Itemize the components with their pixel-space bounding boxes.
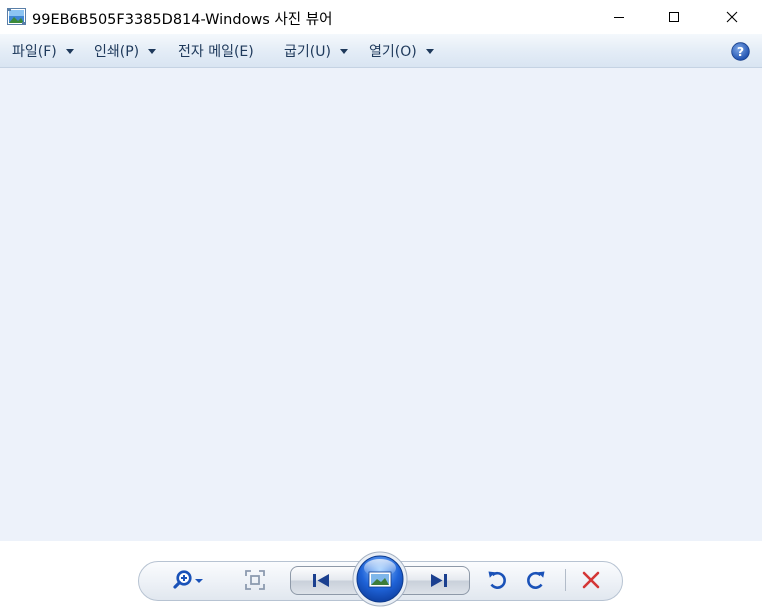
fit-window-icon [245,570,265,590]
close-button[interactable] [709,0,755,34]
slideshow-icon [368,571,392,588]
window-title: 99EB6B505F3385D814-Windows 사진 뷰어 [32,12,333,28]
rotate-clockwise-button[interactable] [523,567,549,593]
photo-viewer-icon [7,8,26,25]
title-bar[interactable]: 99EB6B505F3385D814-Windows 사진 뷰어 [0,0,762,34]
next-icon [431,574,447,587]
control-divider [565,569,566,591]
dropdown-arrow-icon [425,48,434,54]
minimize-icon [614,17,624,18]
menu-email[interactable]: 전자 메일(E) [178,34,254,68]
help-icon[interactable]: ? [731,42,750,61]
delete-icon [582,571,600,589]
close-icon [726,11,738,23]
previous-icon [313,574,329,587]
dropdown-arrow-icon [339,48,348,54]
slideshow-button[interactable] [352,551,408,607]
maximize-icon [669,12,679,22]
rotate-left-icon [488,571,506,589]
rotate-right-icon [527,571,545,589]
delete-button[interactable] [578,567,604,593]
minimize-button[interactable] [596,0,642,34]
menu-print[interactable]: 인쇄(P) [94,34,157,68]
menu-print-label: 인쇄(P) [94,44,140,60]
dropdown-arrow-icon [65,48,74,54]
menu-file[interactable]: 파일(F) [12,34,74,68]
maximize-button[interactable] [651,0,697,34]
magnifier-plus-icon [173,570,203,589]
menu-burn[interactable]: 굽기(U) [284,34,348,68]
menu-burn-label: 굽기(U) [284,44,331,60]
photo-viewer-window: 99EB6B505F3385D814-Windows 사진 뷰어 파일(F) 인… [0,0,762,611]
menu-bar: 파일(F) 인쇄(P) 전자 메일(E) 굽기(U) 열기(O) ? [0,34,762,68]
actual-size-button[interactable] [242,567,268,593]
menu-email-label: 전자 메일(E) [178,44,254,60]
dropdown-arrow-icon [148,48,157,54]
menu-open-label: 열기(O) [369,44,417,60]
next-button[interactable] [424,567,454,594]
image-display-area[interactable] [0,68,762,541]
zoom-button[interactable] [170,567,210,593]
menu-file-label: 파일(F) [12,44,57,60]
svg-text:?: ? [737,44,744,59]
previous-button[interactable] [306,567,336,594]
menu-open[interactable]: 열기(O) [369,34,434,68]
rotate-counterclockwise-button[interactable] [484,567,510,593]
